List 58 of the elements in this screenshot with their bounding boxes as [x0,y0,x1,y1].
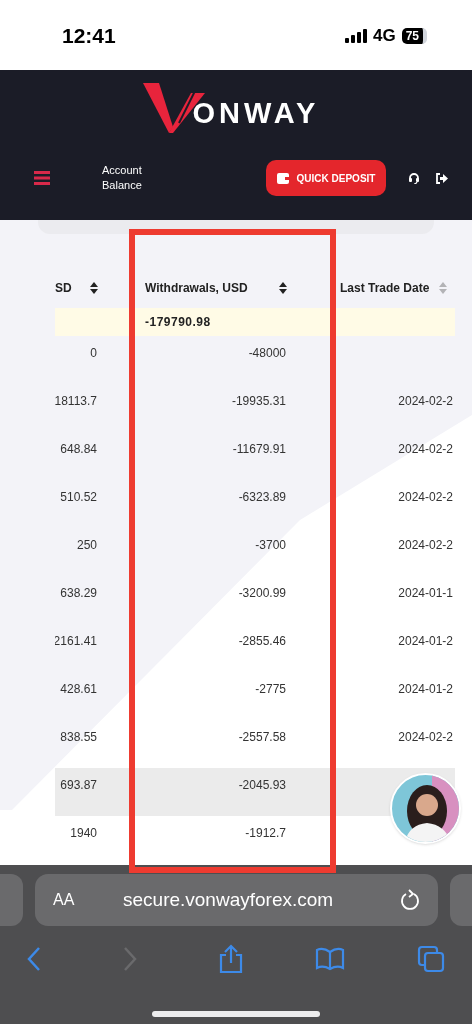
table-cell-text: 2024-01-2 [398,681,453,698]
account-balance-label: Account Balance [102,163,143,193]
table-cell-text: 2024-01-1 [398,585,453,602]
table-cell-text: 2024-02-2 [398,537,453,554]
headset-icon[interactable] [408,172,420,184]
table-cell-text: -2045.93 [238,777,286,794]
column-header[interactable]: SD [55,279,72,297]
menu-icon[interactable] [34,171,50,185]
table-cell-text: -2775 [255,681,286,698]
table-cell-text: -19935.31 [231,393,286,410]
table-cell-text: 2024-02-2 [398,441,453,458]
sort-icon[interactable] [90,282,98,294]
signal-icon [344,29,367,43]
table-cell-text: 1940 [70,825,97,842]
url-text: secure.vonwayforex.com [123,887,334,912]
column-header[interactable]: Withdrawals, USD [145,279,248,297]
sort-icon[interactable] [279,282,287,294]
table-cell-text: 693.87 [60,777,97,794]
status-time: 12:41 [62,23,116,50]
bookmarks-icon[interactable] [315,947,345,971]
table-cell-text: 510.52 [60,489,97,506]
address-bar[interactable]: AA secure.vonwayforex.com [35,874,438,926]
text-size-button[interactable]: AA [53,888,93,912]
table-cell-text: 428.61 [60,681,97,698]
table-cell-text: -2855.46 [238,633,286,650]
withdrawals-total: -179790.98 [145,314,211,331]
network-label: 4G [372,25,396,48]
table-cell-text: 2024-02-2 [398,393,453,410]
table-cell-text: -11679.91 [232,441,286,458]
tab-preview[interactable] [450,874,472,926]
column-header[interactable]: Last Trade Date [340,279,430,297]
tab-preview[interactable] [0,874,23,926]
table-cell-text: -2557.58 [238,729,286,746]
table-cell-text: 2024-01-2 [398,633,453,650]
table-cell-text: 648.84 [60,441,97,458]
table-cell-text: -6323.89 [238,489,286,506]
table-cell-text: -3700 [255,537,286,554]
quick-deposit-button[interactable]: QUICK DEPOSIT [266,160,386,196]
reload-icon[interactable] [400,889,420,911]
table-cell-text: 0 [90,345,97,362]
wallet-icon [276,172,289,184]
battery-indicator: 75 [401,28,427,44]
table-cell-text: -3200.99 [238,585,286,602]
share-icon[interactable] [219,944,243,974]
table-cell-text: 250 [76,537,97,554]
table-cell-text: -1912.7 [245,825,286,842]
forward-icon[interactable] [123,946,137,972]
table-cell-text: 838.55 [60,729,97,746]
table-cell-text: 2024-02-2 [398,489,453,506]
tabs-icon[interactable] [417,945,445,973]
table-cell-text: 18113.7 [55,393,97,410]
logo-text: ONWAY [192,96,320,132]
table-cell-text: 638.29 [60,585,97,602]
table-cell-text: 2161.41 [55,633,97,650]
back-icon[interactable] [27,946,41,972]
table-cell-text: 2024-02-2 [398,729,453,746]
logout-icon[interactable] [436,172,448,184]
table-cell-text: -48000 [248,345,286,362]
